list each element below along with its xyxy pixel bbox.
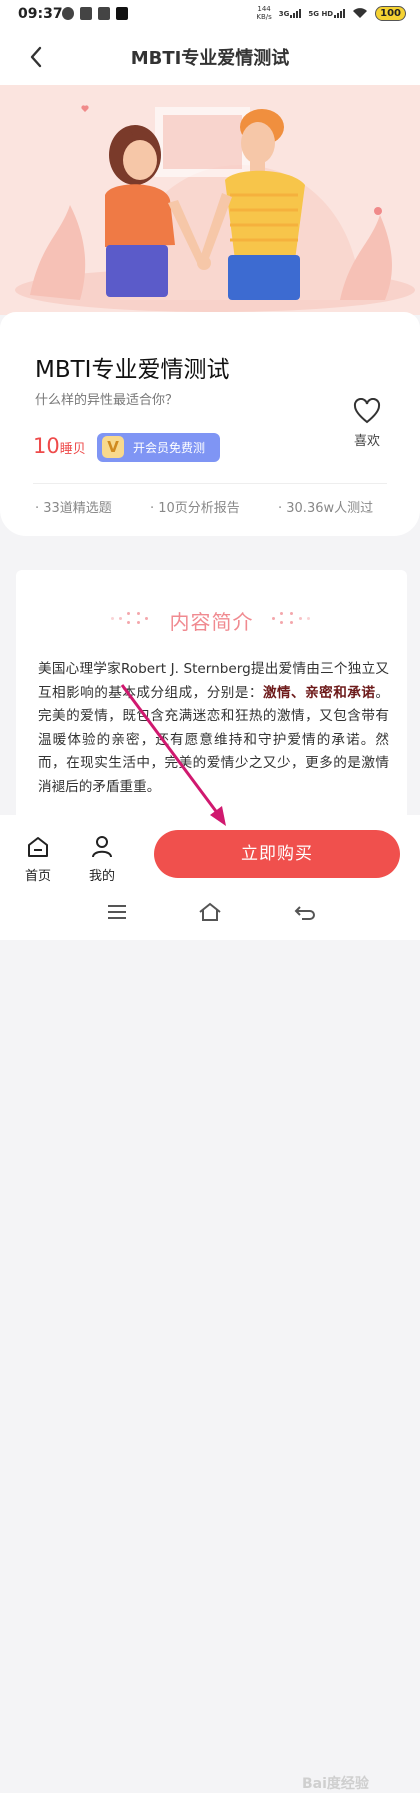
stat-report-pages: · 10页分析报告 [150, 501, 240, 516]
nav-home[interactable]: 首页 [18, 835, 58, 884]
bottom-action-bar: 首页 我的 立即购买 [0, 815, 420, 885]
intro-text-2: 。完美的爱情，既包含充满迷恋和狂热的激情，又包含带有温暖体验的亲密，还有愿意维持… [38, 684, 389, 795]
net-speed-unit: KB/s [256, 13, 272, 21]
return-icon [294, 906, 315, 920]
heart-icon [353, 397, 381, 424]
like-label: 喜欢 [353, 434, 380, 449]
tiktok-icon [116, 7, 128, 20]
stat-taken-count: · 30.36w人测过 [278, 501, 374, 516]
clipboard-icon [98, 7, 110, 20]
user-icon [92, 836, 112, 858]
intro-text-bold: 激情、亲密和承诺 [262, 684, 376, 701]
status-right: 144 KB/s 3G 5G HD 100 [256, 5, 406, 21]
stat-report-pages-text: 10页分析报告 [158, 501, 240, 516]
app-header: MBTI专业爱情测试 [0, 30, 420, 85]
watermark: Bai度经验 [302, 1776, 369, 1792]
test-subtitle: 什么样的异性最适合你？ [35, 393, 179, 408]
like-button[interactable]: 喜欢 [346, 397, 388, 458]
signal-3g-label: 3G [278, 9, 290, 18]
test-info-card: MBTI专业爱情测试 什么样的异性最适合你？ 喜欢 10睡贝 V 开会员免费测 … [0, 312, 420, 536]
decor-dots-left [111, 612, 151, 624]
menu-icon [108, 905, 126, 919]
menu-button[interactable] [104, 901, 130, 923]
decor-dots-right [272, 612, 312, 624]
gear-icon [62, 7, 74, 20]
signal-3g: 3G [278, 8, 302, 18]
system-navigation-bar: Bai度经验 [0, 885, 420, 1792]
price-value: 10 [33, 434, 60, 458]
couple-illustration [15, 105, 415, 312]
page-title: MBTI专业爱情测试 [130, 48, 290, 69]
nav-mine-label: 我的 [88, 869, 115, 884]
price: 10睡贝 [33, 434, 86, 458]
net-speed: 144 KB/s [256, 5, 271, 21]
hero-illustration [0, 85, 420, 315]
signal-5g: 5G HD [308, 8, 346, 18]
stat-question-count-text: 33道精选题 [43, 501, 112, 516]
house-icon [199, 902, 221, 921]
nav-mine[interactable]: 我的 [82, 835, 122, 884]
flag-icon [80, 7, 92, 20]
divider [33, 483, 387, 484]
nav-home-label: 首页 [24, 869, 51, 884]
stat-question-count: · 33道精选题 [35, 501, 112, 516]
vip-free-test-label: 开会员免费测 [133, 441, 206, 455]
status-bar: 09:37 144 KB/s 3G 5G HD 100 [0, 0, 420, 30]
vip-badge-icon: V [102, 436, 124, 458]
section-title: 内容简介 [169, 610, 254, 634]
section-title-row: 内容简介 [16, 606, 407, 634]
intro-paragraph: 美国心理学家Robert J. Sternberg提出爱情由三个独立又互相影响的… [38, 658, 389, 799]
price-unit: 睡贝 [59, 442, 86, 457]
net-speed-value: 144 [257, 5, 271, 13]
status-notification-icons [62, 7, 128, 20]
status-time: 09:37 [18, 6, 63, 22]
test-title: MBTI专业爱情测试 [35, 357, 230, 383]
test-stats: · 33道精选题 · 10页分析报告 · 30.36w人测过 [0, 497, 420, 517]
signal-5g-label: 5G HD [308, 9, 334, 18]
wifi-icon [353, 8, 368, 18]
battery-indicator: 100 [375, 5, 406, 21]
buy-now-button[interactable]: 立即购买 [154, 830, 400, 878]
home-nav-button[interactable] [197, 901, 223, 923]
vip-free-test-button[interactable]: V 开会员免费测 [97, 433, 220, 462]
home-icon [28, 837, 48, 857]
back-nav-button[interactable] [292, 901, 318, 923]
stat-taken-count-text: 30.36w人测过 [286, 501, 374, 516]
